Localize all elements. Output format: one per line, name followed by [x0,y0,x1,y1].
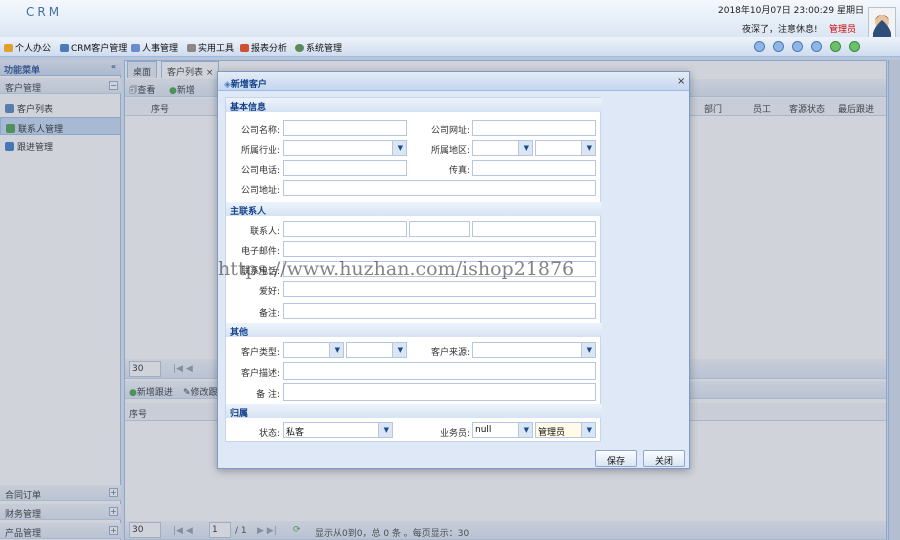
chevron-down-icon: ▼ [383,426,389,434]
dialog-icon: ◈ [224,80,231,90]
salesman-select[interactable]: null ▼ [472,422,533,438]
fax-input[interactable] [472,160,596,176]
menu-tools[interactable]: 实用工具 [187,41,234,54]
label-address: 公司地址: [240,186,280,196]
chart-icon [240,44,249,52]
user-role[interactable]: 管理员 [829,22,856,35]
app-header: CRM 2018年10月07日 23:00:29 星期日 夜深了，注意休息! 管… [0,0,900,37]
dialog-title: ◈新增客户 [218,72,689,91]
label-remark-2: 备 注: [256,390,280,400]
address-input[interactable] [283,180,596,196]
chevron-down-icon: ▼ [397,346,403,354]
label-email: 电子邮件: [240,247,280,257]
section-owner: 归属 [226,404,602,419]
label-status: 状态: [258,429,280,439]
menu-reports[interactable]: 报表分析 [240,41,287,54]
chevron-down-icon: ▼ [523,144,529,152]
menu-system[interactable]: 系统管理 [295,41,342,54]
label-contact-person: 联系人: [249,227,280,237]
close-button[interactable]: 关闭 [643,450,685,467]
menu-personal-office[interactable]: 个人办公 [4,41,51,54]
label-region: 所属地区: [430,146,470,156]
region-city-select[interactable]: ▼ [535,140,596,156]
industry-select[interactable]: ▼ [283,140,407,156]
home-icon[interactable] [754,41,765,52]
section-contact: 主联系人 [226,202,602,217]
label-salesman: 业务员: [439,429,470,439]
contact-extra-input-2[interactable] [472,221,596,237]
lock-icon[interactable] [773,41,784,52]
contact-person-input[interactable] [283,221,407,237]
chevron-down-icon: ▼ [586,144,592,152]
gear-icon [295,44,304,52]
save-button[interactable]: 保存 [595,450,637,467]
contact-extra-input[interactable] [409,221,470,237]
chevron-down-icon: ▼ [334,346,340,354]
logout-icon[interactable] [849,41,860,52]
customer-desc-input[interactable] [283,362,596,380]
menu-hr[interactable]: 人事管理 [131,41,178,54]
label-website: 公司网址: [430,126,470,136]
chevron-down-icon: ▼ [523,426,529,434]
close-icon[interactable]: × [677,76,685,87]
watermark-text: https://www.huzhan.com/ishop21876 [218,258,575,280]
menu-crm[interactable]: CRM客户管理 [60,41,127,54]
manager-select[interactable]: 管理员 ▼ [535,422,596,438]
datetime-display: 2018年10月07日 23:00:29 星期日 [718,6,864,16]
label-customer-type: 客户类型: [240,348,280,358]
hobby-input[interactable] [283,281,596,297]
remark-input[interactable] [283,303,596,319]
label-company-name: 公司名称: [240,126,280,136]
label-customer-desc: 客户描述: [240,369,280,379]
app-logo: CRM [26,5,63,19]
status-select[interactable]: 私客 ▼ [283,422,393,438]
tools-icon [187,44,196,52]
settings-icon[interactable] [792,41,803,52]
crm-icon [60,44,69,52]
label-hobby: 爱好: [258,287,280,297]
phone-input[interactable] [283,160,407,176]
chevron-down-icon: ▼ [397,144,403,152]
label-industry: 所属行业: [240,146,280,156]
main-menu-bar: 个人办公 CRM客户管理 人事管理 实用工具 报表分析 系统管理 [0,37,900,57]
customer-subtype-select[interactable]: ▼ [346,342,407,358]
label-remark: 备注: [258,309,280,319]
users-icon [131,44,140,52]
chevron-down-icon: ▼ [586,346,592,354]
label-fax: 传真: [448,166,470,176]
company-name-input[interactable] [283,120,407,136]
person-icon [4,44,13,52]
greeting-text: 夜深了，注意休息! [742,25,818,35]
help-icon[interactable] [811,41,822,52]
remark2-input[interactable] [283,383,596,401]
section-basic-info: 基本信息 [226,98,602,113]
website-input[interactable] [472,120,596,136]
email-input[interactable] [283,241,596,257]
chevron-down-icon: ▼ [586,426,592,434]
label-customer-source: 客户来源: [430,348,470,358]
region-province-select[interactable]: ▼ [472,140,533,156]
section-other: 其他 [226,323,602,338]
refresh-icon[interactable] [830,41,841,52]
customer-type-select[interactable]: ▼ [283,342,344,358]
label-phone: 公司电话: [240,166,280,176]
customer-source-select[interactable]: ▼ [472,342,596,358]
